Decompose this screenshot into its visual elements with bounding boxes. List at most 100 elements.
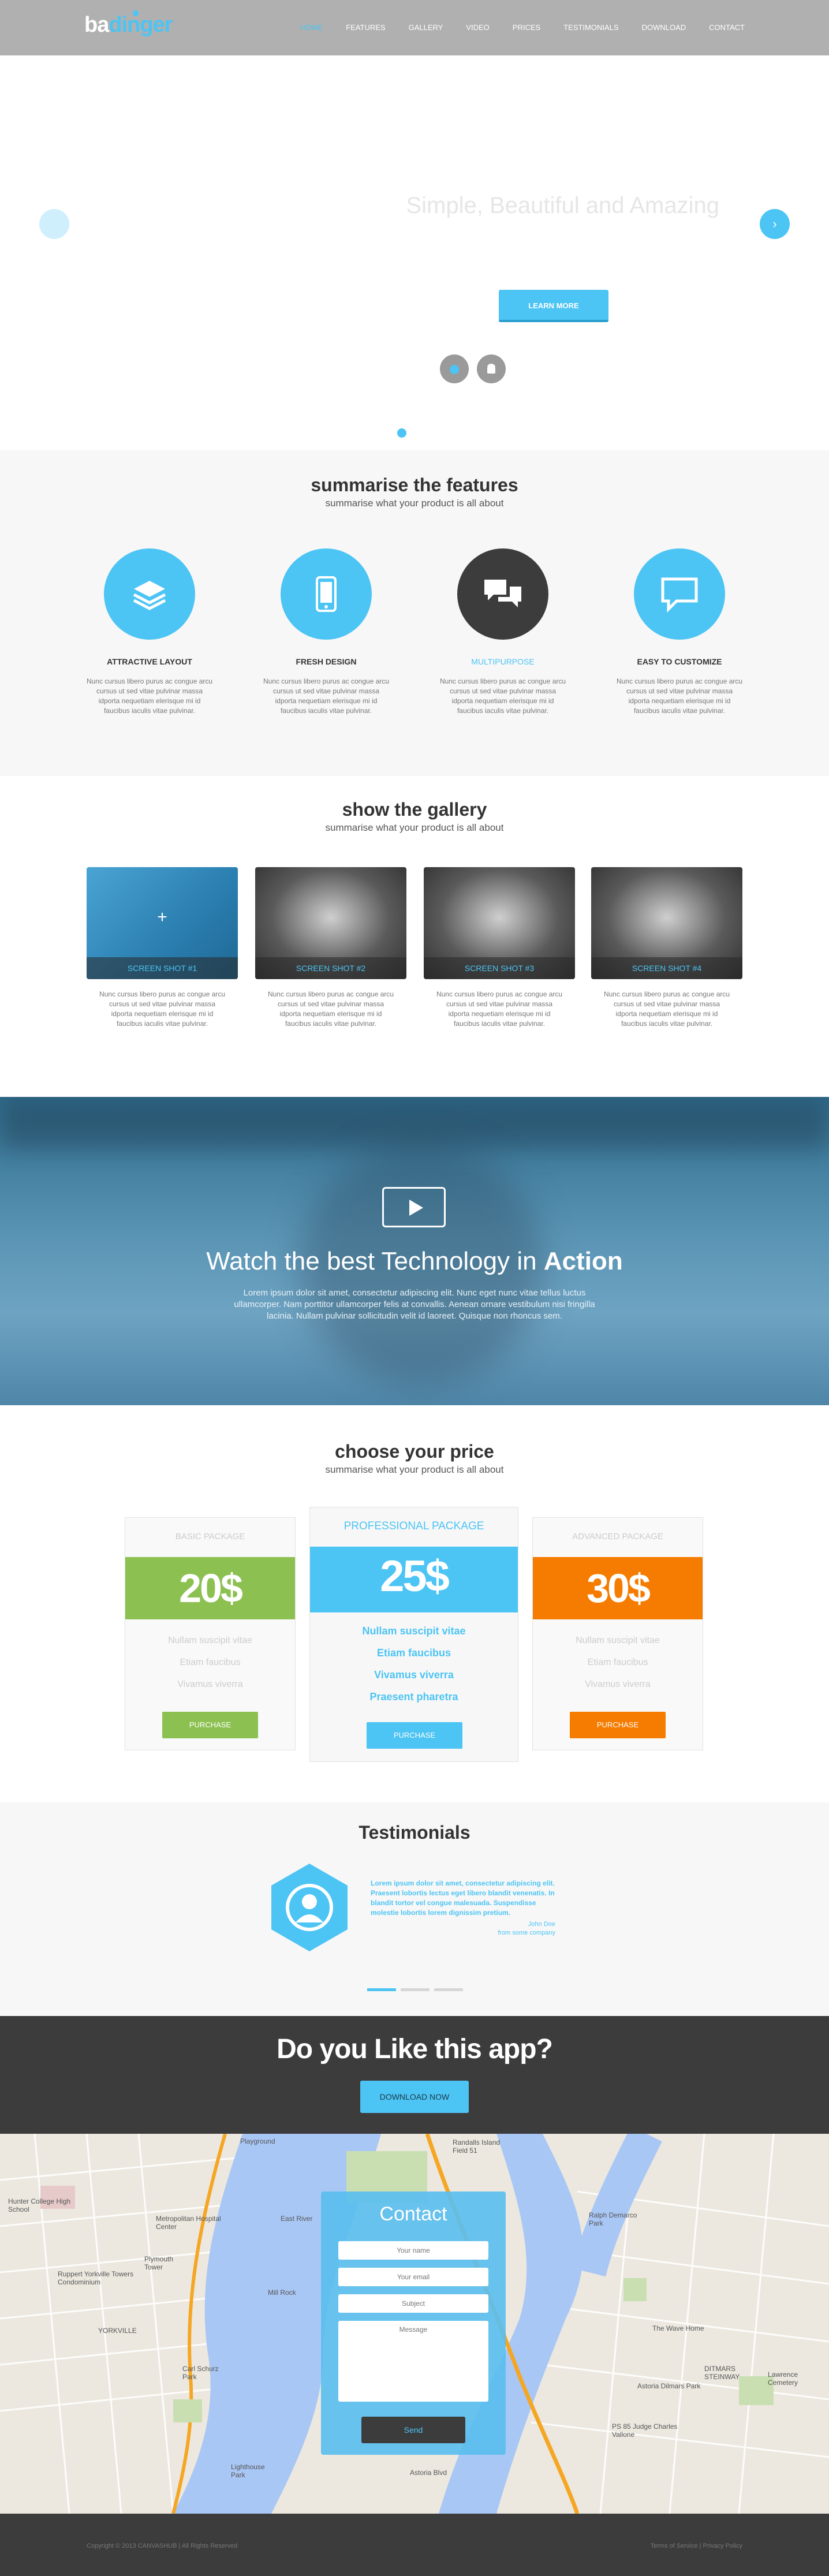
testimonial-dot-2[interactable]	[401, 1988, 430, 1991]
screenshot-card-1[interactable]: + SCREEN SHOT #1	[87, 867, 238, 979]
layers-icon	[104, 548, 195, 640]
feature-text-4: Nunc cursus libero purus ac congue arcu …	[616, 677, 743, 715]
map-label: Metropolitan Hospital Center	[156, 2215, 221, 2231]
screenshot-card-3[interactable]: SCREEN SHOT #3	[424, 867, 575, 979]
plus-icon: +	[157, 908, 167, 927]
screenshot-label-1: SCREEN SHOT #1	[87, 957, 238, 979]
map-label: PS 85 Judge Charles Vallone	[612, 2422, 678, 2439]
screenshot-card-2[interactable]: SCREEN SHOT #2	[255, 867, 406, 979]
apple-icon[interactable]	[440, 354, 469, 383]
pricing-card-advanced: ADVANCED PACKAGE 30$ Nullam suscipit vit…	[532, 1517, 703, 1750]
nav-download[interactable]: DOWNLOAD	[642, 23, 686, 32]
learn-more-button[interactable]: LEARN MORE	[499, 290, 608, 322]
slider-dot-active[interactable]	[397, 428, 406, 438]
plan-price-basic: 20$	[125, 1557, 295, 1619]
map-label: East River	[281, 2215, 313, 2223]
testimonial-author-company: from some company	[498, 1929, 555, 1936]
map-label: Astoria Blvd	[410, 2469, 447, 2477]
screenshot-text-3: Nunc cursus libero purus ac congue arcu …	[436, 990, 563, 1028]
features-title: summarise the features	[311, 475, 518, 495]
play-button[interactable]	[382, 1187, 446, 1227]
message-icon	[634, 548, 725, 640]
plan-feature: Vivamus viverra	[177, 1679, 243, 1689]
site-footer: Copyright © 2013 CANVASHUB | All Rights …	[0, 2514, 829, 2576]
nav-features[interactable]: FEATURES	[346, 23, 385, 32]
nav-contact[interactable]: CONTACT	[709, 23, 745, 32]
download-cta-section: Do you Like this app? DOWNLOAD NOW	[0, 2016, 829, 2134]
download-now-button[interactable]: DOWNLOAD NOW	[360, 2081, 469, 2113]
cta-title: Do you Like this app?	[277, 2034, 553, 2064]
chevron-right-icon: ›	[772, 216, 777, 231]
map-label: Lawrence Cemetery	[768, 2370, 798, 2387]
plan-name-basic: BASIC PACKAGE	[175, 1532, 245, 1541]
plan-feature: Etiam faucibus	[587, 1657, 648, 1667]
video-title: Watch the best Technology in Action	[0, 1247, 829, 1276]
testimonial-dot-3[interactable]	[434, 1988, 463, 1991]
logo-text-part2: dinger	[109, 13, 173, 37]
site-header: badinger HOME FEATURES GALLERY VIDEO PRI…	[0, 0, 829, 55]
nav-gallery[interactable]: GALLERY	[409, 23, 443, 32]
video-title-bold: Action	[543, 1247, 623, 1275]
nav-video[interactable]: VIDEO	[466, 23, 489, 32]
logo-text-part1: ba	[84, 13, 109, 37]
plan-feature: Vivamus viverra	[585, 1679, 651, 1689]
feature-title-1: ATTRACTIVE LAYOUT	[107, 657, 192, 666]
map-label: Lighthouse Park	[231, 2463, 265, 2479]
feature-text-3: Nunc cursus libero purus ac congue arcu …	[439, 677, 566, 715]
message-input[interactable]	[338, 2321, 488, 2402]
pricing-title: choose your price	[335, 1441, 494, 1462]
screenshot-text-2: Nunc cursus libero purus ac congue arcu …	[267, 990, 394, 1028]
screenshot-card-4[interactable]: SCREEN SHOT #4	[591, 867, 742, 979]
testimonial-author: John Doe from some company	[371, 1920, 555, 1937]
feature-title-4: EASY TO CUSTOMIZE	[637, 657, 722, 666]
map-label: Astoria Dilmars Park	[637, 2382, 701, 2390]
android-icon[interactable]	[477, 354, 506, 383]
map-label: YORKVILLE	[98, 2327, 137, 2335]
copyright-text: Copyright © 2013 CANVASHUB | All Rights …	[87, 2543, 238, 2549]
map-label: Plymouth Tower	[144, 2255, 174, 2271]
map-label: Carl Schurz Park	[182, 2365, 219, 2381]
purchase-button-advanced[interactable]: PURCHASE	[570, 1712, 666, 1738]
plan-feature: Praesent pharetra	[369, 1691, 458, 1703]
play-icon	[409, 1200, 423, 1216]
pricing-subtitle: summarise what your product is all about	[325, 1464, 504, 1475]
video-title-prefix: Watch the best Technology in	[206, 1247, 544, 1275]
send-button[interactable]: Send	[361, 2417, 465, 2443]
email-input[interactable]	[338, 2268, 488, 2286]
testimonial-dot-1[interactable]	[367, 1988, 396, 1991]
nav-testimonials[interactable]: TESTIMONIALS	[563, 23, 618, 32]
purchase-button-professional[interactable]: PURCHASE	[367, 1722, 462, 1749]
pricing-card-basic: BASIC PACKAGE 20$ Nullam suscipit vitae …	[125, 1517, 296, 1750]
video-section: Watch the best Technology in Action Lore…	[0, 1097, 829, 1405]
nav-prices[interactable]: PRICES	[513, 23, 540, 32]
logo[interactable]: badinger	[84, 10, 173, 38]
contact-title: Contact	[379, 2203, 447, 2225]
testimonial-quote: Lorem ipsum dolor sit amet, consectetur …	[371, 1879, 555, 1917]
map-label: Hunter College High School	[8, 2197, 71, 2213]
map-label: The Wave Home	[652, 2324, 704, 2332]
subject-input[interactable]	[338, 2294, 488, 2313]
footer-links[interactable]: Terms of Service | Privacy Policy	[651, 2543, 742, 2549]
pricing-section: choose your price summarise what your pr…	[0, 1405, 829, 1802]
feature-text-2: Nunc cursus libero purus ac congue arcu …	[263, 677, 390, 715]
plan-feature: Nullam suscipit vitae	[362, 1625, 466, 1637]
feature-title-3[interactable]: MULTIPURPOSE	[434, 657, 572, 666]
contact-form: Contact Send	[321, 2192, 506, 2455]
screenshot-label-4: SCREEN SHOT #4	[591, 957, 742, 979]
nav-home[interactable]: HOME	[300, 23, 323, 32]
slider-prev-button[interactable]	[39, 209, 69, 239]
main-nav: HOME FEATURES GALLERY VIDEO PRICES TESTI…	[300, 23, 745, 32]
testimonial-author-name: John Doe	[528, 1921, 555, 1928]
screenshot-text-1: Nunc cursus libero purus ac congue arcu …	[99, 990, 226, 1028]
plan-price-professional: 25$	[310, 1547, 518, 1612]
map-label: DITMARS STEINWAY	[704, 2365, 740, 2381]
plan-feature: Etiam faucibus	[376, 1647, 451, 1659]
purchase-button-basic[interactable]: PURCHASE	[162, 1712, 258, 1738]
map-label: Ruppert Yorkville Towers Condominium	[58, 2270, 134, 2286]
map-label: Ralph Demarco Park	[589, 2211, 637, 2227]
map-label: Playground	[240, 2137, 275, 2145]
slider-next-button[interactable]: ›	[760, 209, 790, 239]
map[interactable]: Playground Randalls Island Field 51 Hunt…	[0, 2134, 829, 2514]
name-input[interactable]	[338, 2241, 488, 2260]
plan-feature: Nullam suscipit vitae	[576, 1636, 660, 1645]
